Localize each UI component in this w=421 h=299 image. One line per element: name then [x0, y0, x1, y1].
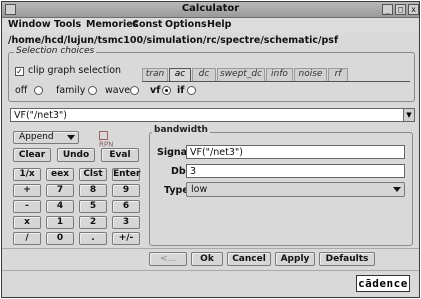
key-1[interactable]: 1: [46, 216, 74, 229]
radio-vf[interactable]: [162, 86, 171, 95]
tab-swept-dc[interactable]: swept_dc: [217, 68, 265, 81]
key-eex[interactable]: eex: [46, 168, 74, 181]
key-0[interactable]: 0: [46, 232, 74, 245]
title-bar[interactable]: Calculator _ □ x: [2, 2, 419, 18]
key-8[interactable]: 8: [79, 184, 107, 197]
key-7[interactable]: 7: [46, 184, 74, 197]
tab-dc[interactable]: dc: [192, 68, 216, 81]
menu-window[interactable]: Window: [8, 19, 51, 30]
key-3[interactable]: 3: [112, 216, 140, 229]
type-select[interactable]: low: [186, 182, 405, 197]
radio-off-label: off: [15, 85, 28, 96]
minimize-icon[interactable]: _: [382, 4, 393, 15]
key-enter[interactable]: Enter: [112, 168, 140, 181]
key-minus[interactable]: -: [13, 200, 41, 213]
key-6[interactable]: 6: [112, 200, 140, 213]
key-plus[interactable]: +: [13, 184, 41, 197]
ok-button[interactable]: Ok: [191, 252, 223, 266]
radio-wave[interactable]: [130, 86, 139, 95]
defaults-button[interactable]: Defaults: [319, 252, 375, 266]
selection-choices-title: Selection choices: [14, 46, 97, 56]
key-9[interactable]: 9: [112, 184, 140, 197]
db-field[interactable]: 3: [186, 164, 405, 178]
cancel-button[interactable]: Cancel: [227, 252, 271, 266]
type-select-value: low: [191, 184, 208, 195]
key-reciprocal[interactable]: 1/x: [13, 168, 41, 181]
cadence-logo: cādence: [356, 275, 410, 292]
eval-button[interactable]: Eval: [101, 148, 139, 162]
key-2[interactable]: 2: [79, 216, 107, 229]
tab-ac[interactable]: ac: [169, 68, 191, 82]
clear-button[interactable]: Clear: [13, 148, 51, 162]
tab-tran[interactable]: tran: [142, 68, 168, 81]
signal-field[interactable]: VF("/net3"): [186, 145, 405, 159]
key-multiply[interactable]: x: [13, 216, 41, 229]
key-4[interactable]: 4: [46, 200, 74, 213]
key-5[interactable]: 5: [79, 200, 107, 213]
tab-rf[interactable]: rf: [328, 68, 348, 81]
radio-family[interactable]: [88, 86, 97, 95]
footer-separator: [2, 248, 419, 249]
radio-if[interactable]: [187, 86, 196, 95]
apply-button[interactable]: Apply: [275, 252, 315, 266]
close-icon[interactable]: x: [408, 4, 419, 15]
menu-help[interactable]: Help: [207, 19, 231, 30]
results-path: /home/hcd/lujun/tsmc100/simulation/rc/sp…: [8, 35, 339, 46]
radio-family-label: family: [56, 85, 86, 96]
radio-vf-label: vf: [150, 85, 161, 96]
type-caret-icon: [393, 187, 401, 192]
expression-history-dropdown[interactable]: ▼: [403, 108, 415, 122]
clip-graph-checkbox[interactable]: ✓: [15, 67, 24, 76]
tab-info[interactable]: info: [266, 68, 293, 81]
key-negate[interactable]: +/-: [112, 232, 140, 245]
undo-button[interactable]: Undo: [57, 148, 95, 162]
rpn-chart-icon: [99, 131, 108, 140]
menu-bar: Window Tools Memories Const Options Help: [2, 18, 419, 33]
back-button[interactable]: <...: [149, 252, 187, 266]
menu-tools[interactable]: Tools: [54, 19, 81, 30]
key-decimal[interactable]: .: [79, 232, 107, 245]
append-mode-label: Append: [19, 132, 54, 142]
radio-off[interactable]: [34, 86, 43, 95]
calculator-window: Calculator _ □ x Window Tools Memories C…: [1, 1, 420, 298]
tab-strip-line: [142, 81, 410, 82]
tab-noise[interactable]: noise: [294, 68, 327, 81]
menu-options[interactable]: Options: [165, 19, 207, 30]
radio-wave-label: wave: [105, 85, 131, 96]
key-divide[interactable]: /: [13, 232, 41, 245]
clip-graph-label: clip graph selection: [28, 65, 122, 76]
menu-const[interactable]: Const: [132, 19, 162, 30]
rpn-toggle[interactable]: RPN: [99, 131, 124, 149]
function-title: bandwidth: [152, 125, 210, 135]
append-caret-icon: [67, 135, 75, 140]
expression-buffer[interactable]: VF("/net3"): [10, 108, 410, 122]
window-title: Calculator: [181, 3, 240, 14]
menu-memories[interactable]: Memories: [86, 19, 138, 30]
status-separator: [2, 270, 419, 271]
key-clst[interactable]: Clst: [79, 168, 107, 181]
maximize-icon[interactable]: □: [395, 4, 406, 15]
db-label: Db: [171, 166, 186, 177]
radio-if-label: if: [177, 85, 185, 96]
